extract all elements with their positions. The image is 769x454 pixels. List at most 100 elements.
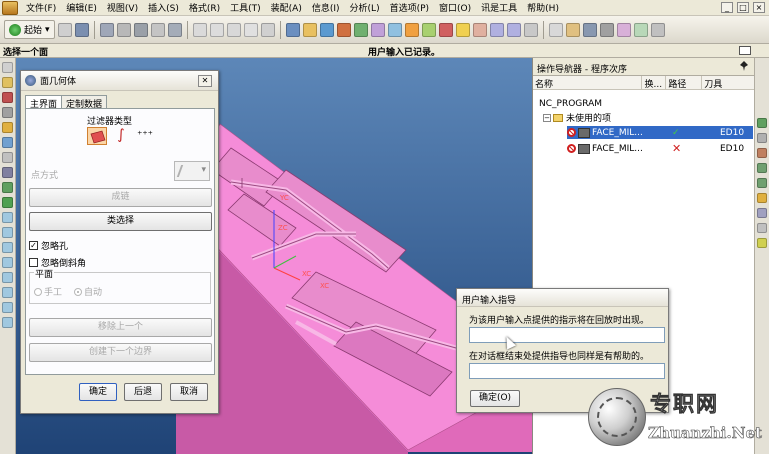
arc-icon[interactable] <box>209 22 224 37</box>
resource-icon[interactable] <box>2 302 13 313</box>
guide-input-1[interactable] <box>469 327 665 343</box>
resource-icon[interactable] <box>2 257 13 268</box>
menu-help[interactable]: 帮助(H) <box>522 1 564 14</box>
menu-format[interactable]: 格式(R) <box>184 1 225 14</box>
remove-last-button[interactable]: 移除上一个 <box>29 318 212 337</box>
resource-icon[interactable] <box>2 242 13 253</box>
arrow-right-icon[interactable] <box>506 22 521 37</box>
sketch-icon[interactable] <box>99 22 114 37</box>
menu-tools[interactable]: 工具(T) <box>225 1 266 14</box>
tree-row-face-mill-2[interactable]: FACE_MIL... ✕ ED10 <box>567 142 753 155</box>
start-button[interactable]: 起始 ▾ <box>4 20 55 39</box>
tool-icon[interactable] <box>757 223 767 233</box>
close-button[interactable]: × <box>753 2 765 13</box>
resource-icon[interactable] <box>2 167 13 178</box>
pan-icon[interactable] <box>319 22 334 37</box>
resource-icon[interactable] <box>2 152 13 163</box>
rectangle-icon[interactable] <box>226 22 241 37</box>
arrow-left-icon[interactable] <box>489 22 504 37</box>
column-tool[interactable]: 刀具 <box>702 76 754 89</box>
tool-icon[interactable] <box>757 133 767 143</box>
grid-icon[interactable] <box>523 22 538 37</box>
tree-row-unused[interactable]: − 未使用的项 <box>543 111 611 124</box>
back-button[interactable]: 后退 <box>124 383 162 401</box>
face-filter-icon[interactable] <box>87 127 107 145</box>
zoom-icon[interactable] <box>302 22 317 37</box>
measure-icon[interactable] <box>599 22 614 37</box>
radio-manual[interactable]: 手工 <box>34 285 62 298</box>
menu-analysis[interactable]: 分析(L) <box>345 1 385 14</box>
menu-info[interactable]: 信息(I) <box>307 1 345 14</box>
view-icon[interactable] <box>285 22 300 37</box>
menu-view[interactable]: 视图(V) <box>102 1 143 14</box>
minimize-button[interactable]: _ <box>721 2 733 13</box>
render-icon[interactable] <box>370 22 385 37</box>
section-icon[interactable] <box>438 22 453 37</box>
filter-icon[interactable] <box>565 22 580 37</box>
menu-insert[interactable]: 插入(S) <box>143 1 184 14</box>
resource-icon[interactable] <box>2 272 13 283</box>
cancel-button[interactable]: 取消 <box>170 383 208 401</box>
resource-icon[interactable] <box>2 287 13 298</box>
info-icon[interactable] <box>650 22 665 37</box>
circle-icon[interactable] <box>243 22 258 37</box>
class-select-button[interactable]: 类选择 <box>29 212 212 231</box>
app-icon[interactable] <box>2 0 18 15</box>
light-icon[interactable] <box>455 22 470 37</box>
tree-row-nc-program[interactable]: NC_PROGRAM <box>539 97 602 110</box>
ok-button[interactable]: 确定 <box>79 383 117 401</box>
guide-input-2[interactable] <box>469 363 665 379</box>
curve-filter-icon[interactable]: ∫ <box>111 127 131 145</box>
point-filter-icon[interactable]: ⁺⁺⁺ <box>135 127 155 145</box>
menu-preferences[interactable]: 首选项(P) <box>385 1 434 14</box>
color-icon[interactable] <box>616 22 631 37</box>
status-window-icon[interactable] <box>739 46 751 55</box>
resource-icon[interactable] <box>2 107 13 118</box>
cube-icon[interactable] <box>57 22 72 37</box>
tree-row-face-mill-1[interactable]: FACE_MIL... ✓ ED10 <box>567 126 753 139</box>
point-method-dropdown[interactable]: ▾ <box>174 161 210 181</box>
collapse-icon[interactable]: − <box>543 113 551 122</box>
pin-icon[interactable] <box>740 61 748 71</box>
tool-icon[interactable] <box>757 193 767 203</box>
tool-icon[interactable] <box>757 238 767 248</box>
select-icon[interactable] <box>548 22 563 37</box>
spline-icon[interactable] <box>260 22 275 37</box>
wireframe-icon[interactable] <box>421 22 436 37</box>
resource-icon[interactable] <box>2 227 13 238</box>
column-path[interactable]: 路径 <box>666 76 703 89</box>
tool-icon[interactable] <box>757 118 767 128</box>
create-next-boundary-button[interactable]: 创建下一个边界 <box>29 343 212 362</box>
boss-icon[interactable] <box>167 22 182 37</box>
revolve-icon[interactable] <box>133 22 148 37</box>
fit-icon[interactable] <box>353 22 368 37</box>
resource-icon[interactable] <box>2 182 13 193</box>
resource-icon[interactable] <box>2 77 13 88</box>
close-icon[interactable]: ✕ <box>198 74 212 87</box>
ignore-holes-checkbox[interactable]: ✓ 忽略孔 <box>29 239 68 252</box>
resource-icon[interactable] <box>2 92 13 103</box>
hole-icon[interactable] <box>150 22 165 37</box>
layer-setting-icon[interactable] <box>633 22 648 37</box>
orient-icon[interactable] <box>404 22 419 37</box>
line-icon[interactable] <box>192 22 207 37</box>
resource-icon[interactable] <box>2 317 13 328</box>
snap-icon[interactable] <box>472 22 487 37</box>
resource-icon[interactable] <box>2 212 13 223</box>
menu-edit[interactable]: 编辑(E) <box>61 1 102 14</box>
maximize-button[interactable]: □ <box>737 2 749 13</box>
rotate-icon[interactable] <box>336 22 351 37</box>
menu-file[interactable]: 文件(F) <box>21 1 61 14</box>
resource-icon[interactable] <box>2 197 13 208</box>
tool-icon[interactable] <box>757 208 767 218</box>
layer-icon[interactable] <box>74 22 89 37</box>
guide-ok-button[interactable]: 确定(O) <box>470 390 520 407</box>
resource-icon[interactable] <box>2 122 13 133</box>
resource-icon[interactable] <box>2 62 13 73</box>
undo-icon[interactable] <box>582 22 597 37</box>
shade-icon[interactable] <box>387 22 402 37</box>
tool-icon[interactable] <box>757 148 767 158</box>
tool-icon[interactable] <box>757 178 767 188</box>
tool-icon[interactable] <box>757 163 767 173</box>
column-change[interactable]: 换... <box>642 76 667 89</box>
